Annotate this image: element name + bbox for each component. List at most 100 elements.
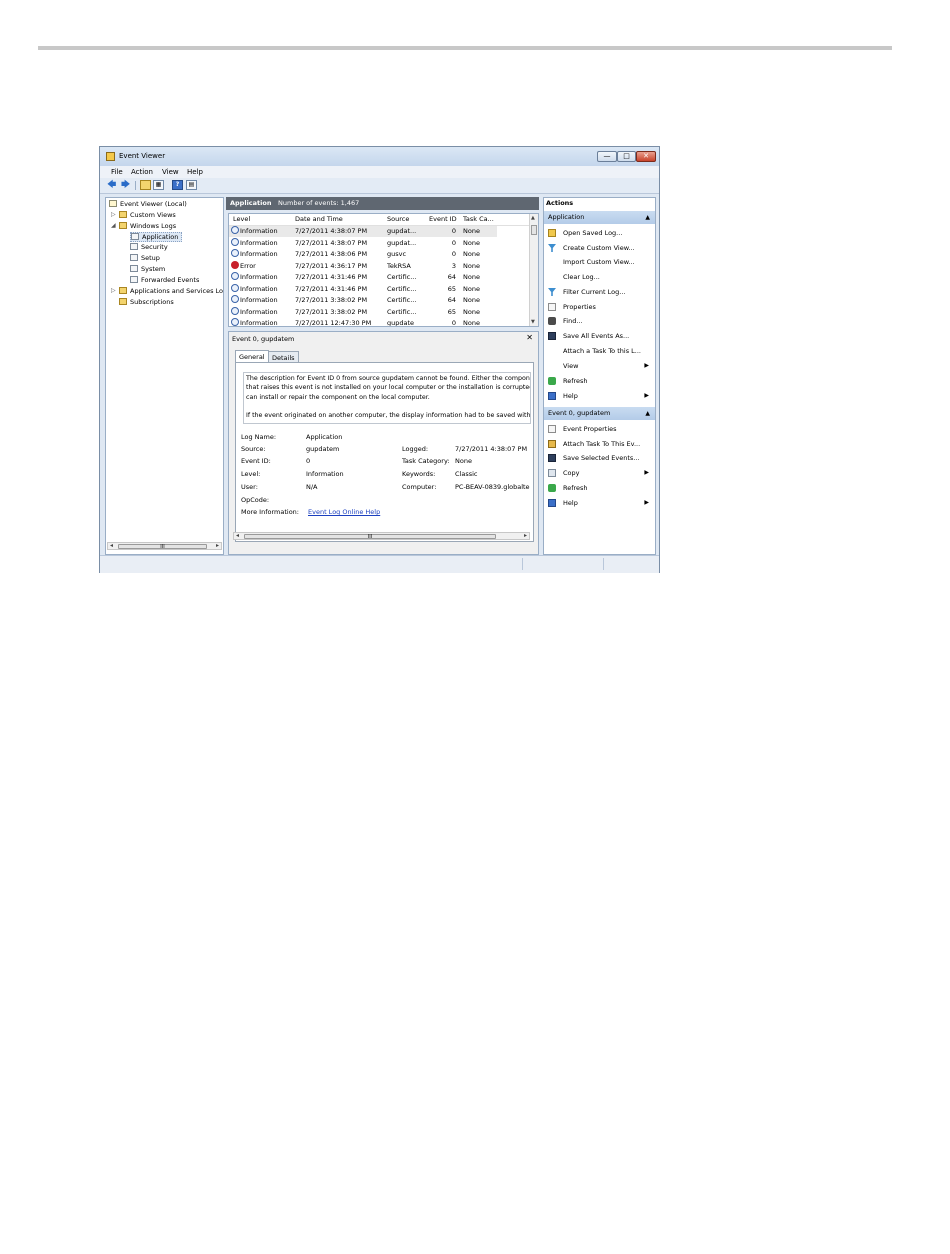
scrollbar-thumb[interactable] <box>531 225 537 235</box>
actions-section-event[interactable]: Event 0, gupdatem ▲ <box>544 407 655 420</box>
row-source: Certific... <box>387 273 417 281</box>
table-row[interactable]: Error 7/27/2011 4:36:17 PM TekRSA 3 None <box>229 260 497 272</box>
collapse-icon[interactable]: ▲ <box>645 211 650 224</box>
action-refresh-event[interactable]: Refresh <box>544 481 655 495</box>
action-save-selected-events[interactable]: Save Selected Events... <box>544 451 655 465</box>
scroll-left-icon[interactable]: ◂ <box>236 532 239 539</box>
table-row[interactable]: Information 7/27/2011 12:47:30 PM gupdat… <box>229 318 497 326</box>
row-task: None <box>463 261 480 270</box>
row-event-id: 0 <box>451 250 456 258</box>
action-create-custom-view[interactable]: Create Custom View... <box>544 241 655 255</box>
description-line: The description for Event ID 0 from sour… <box>246 375 530 382</box>
table-row[interactable]: Information 7/27/2011 3:38:02 PM Certifi… <box>229 295 497 306</box>
action-event-properties[interactable]: Event Properties <box>544 422 655 436</box>
task-category-label: Task Category: <box>402 457 450 465</box>
action-help[interactable]: Help ▶ <box>544 389 655 403</box>
scroll-left-icon[interactable]: ◂ <box>110 542 113 549</box>
menu-view[interactable]: View <box>162 168 179 176</box>
scrollbar-thumb[interactable]: III <box>118 544 207 550</box>
row-source: Certific... <box>387 296 417 304</box>
scroll-right-icon[interactable]: ▸ <box>524 532 527 539</box>
user-value: N/A <box>306 483 318 491</box>
action-attach-task-to-event[interactable]: Attach Task To This Ev... <box>544 437 655 451</box>
console-tree-icon[interactable]: ▦ <box>153 180 164 190</box>
scroll-down-icon[interactable]: ▼ <box>531 319 535 325</box>
row-task: None <box>463 227 480 235</box>
expand-icon[interactable]: ▷ <box>111 286 116 296</box>
action-refresh[interactable]: Refresh <box>544 374 655 388</box>
close-icon[interactable]: ✕ <box>526 333 533 342</box>
column-date-and-time[interactable]: Date and Time <box>295 214 343 225</box>
tree-item-subscriptions[interactable]: Subscriptions <box>119 297 174 307</box>
table-row[interactable]: Information 7/27/2011 4:38:06 PM gusvc 0… <box>229 249 497 260</box>
action-properties[interactable]: Properties <box>544 300 655 314</box>
column-level[interactable]: Level <box>233 214 250 225</box>
event-viewer-icon <box>109 200 117 207</box>
tree-item-security[interactable]: Security <box>130 242 168 252</box>
forward-arrow-icon[interactable]: 🡆 <box>121 180 130 190</box>
information-icon <box>231 306 239 315</box>
expand-icon[interactable]: ▷ <box>111 210 116 220</box>
action-save-all-events-as[interactable]: Save All Events As... <box>544 329 655 343</box>
menu-bar: File Action View Help <box>100 166 659 178</box>
column-event-id[interactable]: Event ID <box>429 214 457 225</box>
action-open-saved-log[interactable]: Open Saved Log... <box>544 226 655 240</box>
table-row[interactable]: Information 7/27/2011 4:31:46 PM Certifi… <box>229 283 497 295</box>
row-date: 7/27/2011 4:36:17 PM <box>295 261 368 270</box>
tree-horizontal-scrollbar[interactable]: ◂ III ▸ <box>107 542 222 550</box>
scrollbar-thumb[interactable]: III <box>244 534 496 540</box>
close-button[interactable]: ✕ <box>636 151 656 162</box>
minimize-button[interactable]: — <box>597 151 617 162</box>
table-row[interactable]: Information 7/27/2011 4:31:46 PM Certifi… <box>229 272 497 283</box>
tree-item-event-viewer-local[interactable]: Event Viewer (Local) <box>109 199 187 209</box>
scroll-right-icon[interactable]: ▸ <box>216 542 219 549</box>
tree-item-forwarded-events[interactable]: Forwarded Events <box>130 275 199 285</box>
opcode-label: OpCode: <box>241 496 270 504</box>
maximize-button[interactable]: □ <box>617 151 636 162</box>
event-log-online-help-link[interactable]: Event Log Online Help <box>308 508 380 516</box>
event-description: The description for Event ID 0 from sour… <box>243 372 531 424</box>
action-copy[interactable]: Copy ▶ <box>544 466 655 480</box>
action-filter-current-log[interactable]: Filter Current Log... <box>544 285 655 299</box>
action-clear-log[interactable]: Clear Log... <box>544 270 655 284</box>
collapse-icon[interactable]: ▲ <box>645 407 650 420</box>
action-find[interactable]: Find... <box>544 314 655 328</box>
table-row[interactable]: Information 7/27/2011 4:38:07 PM gupdat.… <box>229 226 497 237</box>
help-icon[interactable]: ? <box>172 180 183 190</box>
action-view[interactable]: View ▶ <box>544 359 655 373</box>
menu-help[interactable]: Help <box>187 168 203 176</box>
tree-item-windows-logs[interactable]: ◢ Windows Logs <box>111 221 176 231</box>
tree-item-application[interactable]: Application <box>130 232 183 242</box>
copy-icon <box>548 469 556 477</box>
column-source[interactable]: Source <box>387 214 409 225</box>
table-row[interactable]: Information 7/27/2011 3:38:02 PM Certifi… <box>229 306 497 318</box>
folder-icon[interactable] <box>140 180 151 190</box>
tree-item-system[interactable]: System <box>130 264 165 274</box>
row-event-id: 65 <box>447 307 456 316</box>
back-arrow-icon[interactable]: 🡄 <box>107 180 116 190</box>
scroll-up-icon[interactable]: ▲ <box>531 215 535 221</box>
pane-icon[interactable]: ▤ <box>186 180 197 190</box>
column-task-category[interactable]: Task Ca... <box>463 214 494 225</box>
action-help-event[interactable]: Help ▶ <box>544 496 655 510</box>
submenu-arrow-icon: ▶ <box>644 362 649 369</box>
row-source: gupdat... <box>387 227 417 235</box>
menu-file[interactable]: File <box>111 168 123 176</box>
detail-horizontal-scrollbar[interactable]: ◂ III ▸ <box>233 532 530 540</box>
tree-item-applications-and-services[interactable]: ▷ Applications and Services Lo <box>111 286 223 296</box>
tree-item-setup[interactable]: Setup <box>130 253 160 263</box>
table-row[interactable]: Information 7/27/2011 4:38:07 PM gupdat.… <box>229 237 497 249</box>
toolbar: 🡄 🡆 ▦ ? ▤ <box>100 178 659 194</box>
collapse-icon[interactable]: ◢ <box>111 221 116 231</box>
actions-section-application[interactable]: Application ▲ <box>544 211 655 224</box>
computer-value: PC-BEAV-0839.globalte <box>455 483 530 491</box>
row-event-id: 64 <box>447 273 456 281</box>
action-import-custom-view[interactable]: Import Custom View... <box>544 255 655 269</box>
row-date: 7/27/2011 3:38:02 PM <box>295 296 368 304</box>
action-attach-task-to-log[interactable]: Attach a Task To this L... <box>544 344 655 358</box>
menu-action[interactable]: Action <box>131 168 153 176</box>
event-list-vertical-scrollbar[interactable]: ▲ ▼ <box>529 214 538 326</box>
tree-item-custom-views[interactable]: ▷ Custom Views <box>111 210 176 220</box>
row-date: 7/27/2011 4:38:07 PM <box>295 227 368 235</box>
title-bar[interactable]: Event Viewer — □ ✕ <box>100 147 659 166</box>
